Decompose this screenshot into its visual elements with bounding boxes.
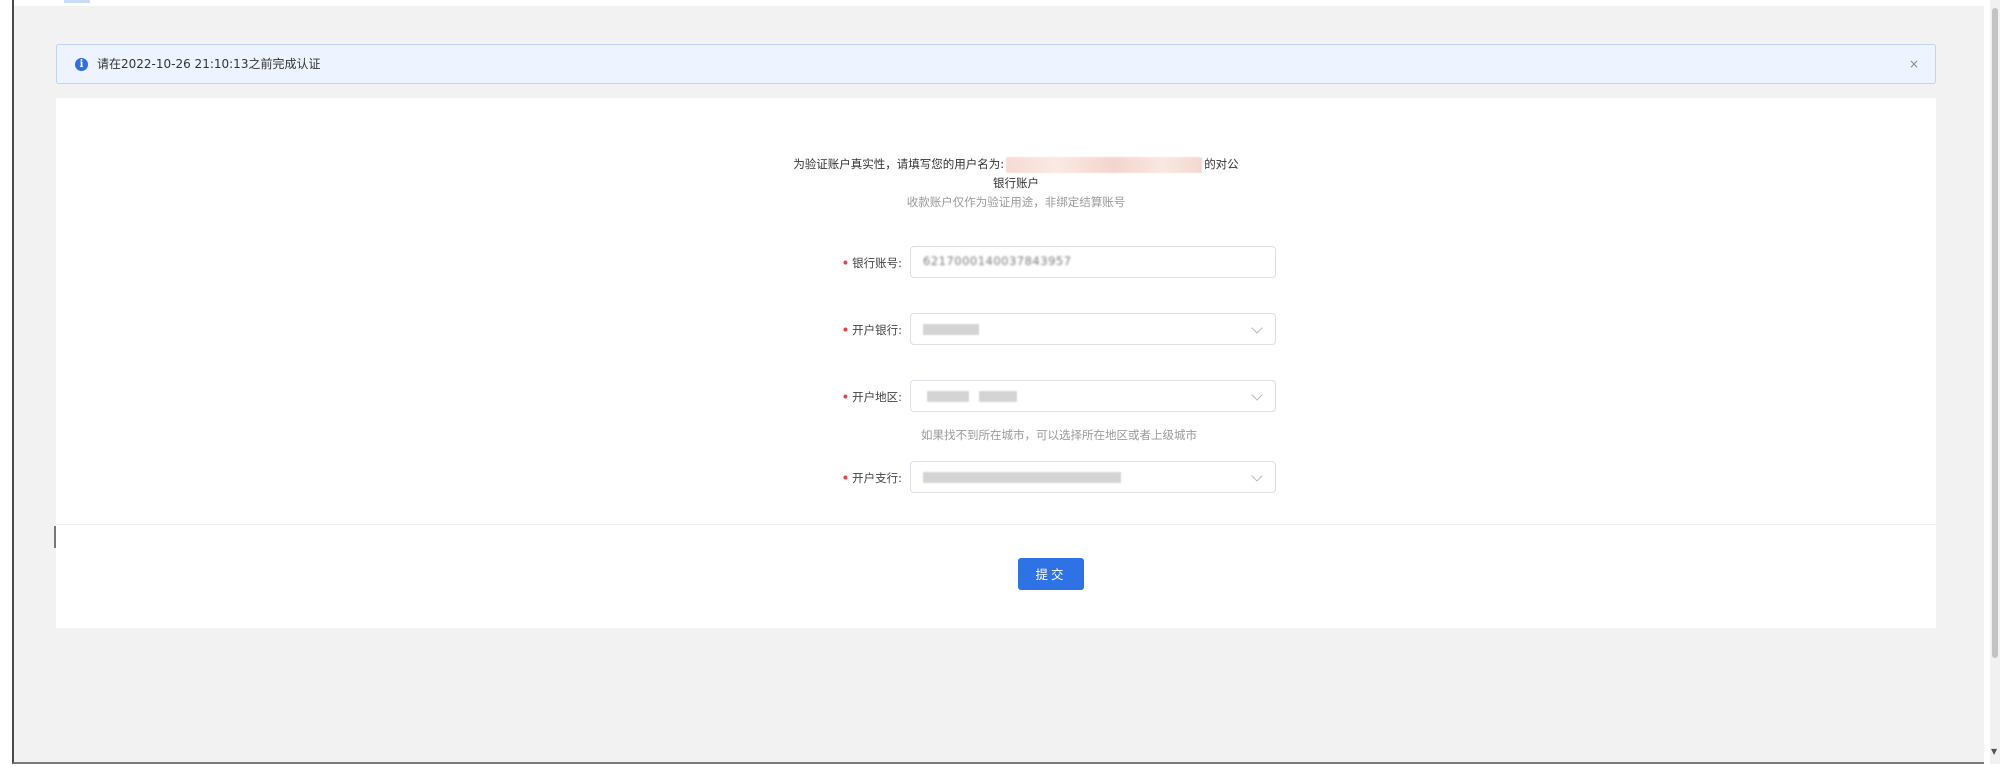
- required-mark: •: [841, 323, 850, 337]
- required-mark: •: [841, 471, 850, 485]
- top-accent: [64, 0, 90, 3]
- info-icon: i: [75, 58, 88, 71]
- masked-value: [927, 391, 969, 402]
- submit-button[interactable]: 提交: [1018, 558, 1084, 590]
- region-select[interactable]: [910, 380, 1276, 412]
- branch-select[interactable]: [910, 461, 1276, 493]
- app-viewport: i 请在2022-10-26 21:10:13之前完成认证 × 为验证账户真实性…: [12, 0, 1984, 764]
- intro-suffix: 的对公: [1204, 157, 1239, 171]
- region-hint: 如果找不到所在城市，可以选择所在地区或者上级城市: [921, 428, 1197, 442]
- chevron-down-icon: [1251, 389, 1263, 401]
- field-bank-account: • 银行账号: 6217000140037843957: [756, 246, 1296, 280]
- verification-card: 为验证账户真实性，请填写您的用户名为: 的对公 银行账户 收款账户仅作为验证用途，…: [56, 98, 1936, 628]
- text-cursor: [54, 526, 56, 548]
- intro-text: 为验证账户真实性，请填写您的用户名为: 的对公 银行账户 收款账户仅作为验证用途，…: [756, 155, 1276, 212]
- masked-username: [1006, 156, 1203, 173]
- chevron-down-icon: [1251, 322, 1263, 334]
- top-strip: [14, 0, 1984, 6]
- field-label: • 开户支行:: [841, 471, 902, 485]
- field-branch: • 开户支行:: [756, 461, 1296, 495]
- intro-line-3: 收款账户仅作为验证用途，非绑定结算账号: [906, 195, 1126, 209]
- field-label: • 开户地区:: [841, 390, 902, 404]
- bank-account-value: 6217000140037843957: [923, 254, 1072, 268]
- masked-value: [979, 391, 1017, 402]
- divider: [56, 524, 1936, 525]
- notice-text: 请在2022-10-26 21:10:13之前完成认证: [97, 57, 321, 71]
- scroll-down-arrow-icon[interactable]: ▼: [1991, 748, 1997, 756]
- intro-prefix: 为验证账户真实性，请填写您的用户名为:: [793, 157, 1005, 171]
- required-mark: •: [841, 390, 850, 404]
- bank-account-input[interactable]: 6217000140037843957: [910, 246, 1276, 278]
- field-label: • 银行账号:: [841, 256, 902, 270]
- field-bank-name: • 开户银行:: [756, 313, 1296, 347]
- intro-line-1: 为验证账户真实性，请填写您的用户名为: 的对公: [756, 155, 1276, 174]
- field-region: • 开户地区:: [756, 380, 1296, 414]
- close-icon[interactable]: ×: [1909, 56, 1919, 72]
- chevron-down-icon: [1251, 470, 1263, 482]
- intro-line-2: 银行账户: [993, 176, 1039, 190]
- masked-value: [923, 324, 979, 335]
- scrollbar-thumb[interactable]: [1992, 8, 1998, 658]
- deadline-notice: i 请在2022-10-26 21:10:13之前完成认证 ×: [56, 44, 1936, 84]
- required-mark: •: [841, 256, 850, 270]
- bank-name-select[interactable]: [910, 313, 1276, 345]
- field-label: • 开户银行:: [841, 323, 902, 337]
- masked-value: [923, 472, 1121, 483]
